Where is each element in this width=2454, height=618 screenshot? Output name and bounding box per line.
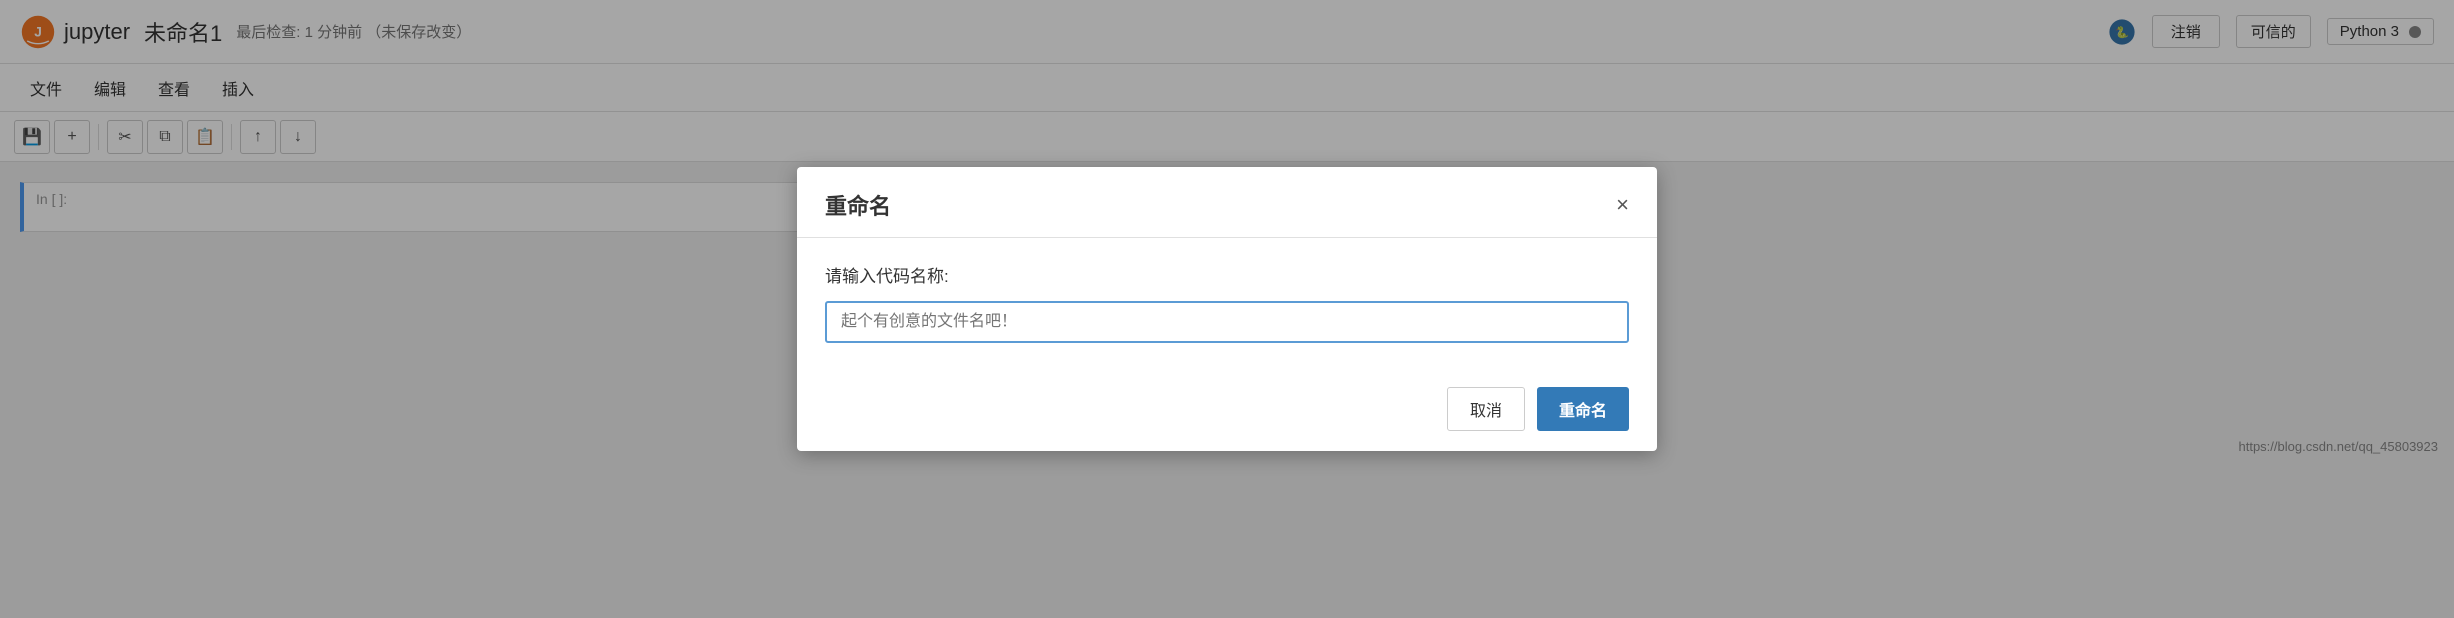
filename-input[interactable]: [825, 301, 1629, 343]
modal-overlay: 重命名 × 请输入代码名称: 取消 重命名: [0, 0, 2454, 618]
rename-modal: 重命名 × 请输入代码名称: 取消 重命名: [797, 167, 1657, 451]
modal-input-label: 请输入代码名称:: [825, 262, 1629, 287]
rename-confirm-button[interactable]: 重命名: [1537, 387, 1629, 431]
modal-body: 请输入代码名称:: [797, 238, 1657, 367]
modal-header: 重命名 ×: [797, 167, 1657, 238]
cancel-button[interactable]: 取消: [1447, 387, 1525, 431]
modal-footer: 取消 重命名: [797, 367, 1657, 451]
modal-close-button[interactable]: ×: [1616, 194, 1629, 216]
modal-title: 重命名: [825, 189, 891, 221]
